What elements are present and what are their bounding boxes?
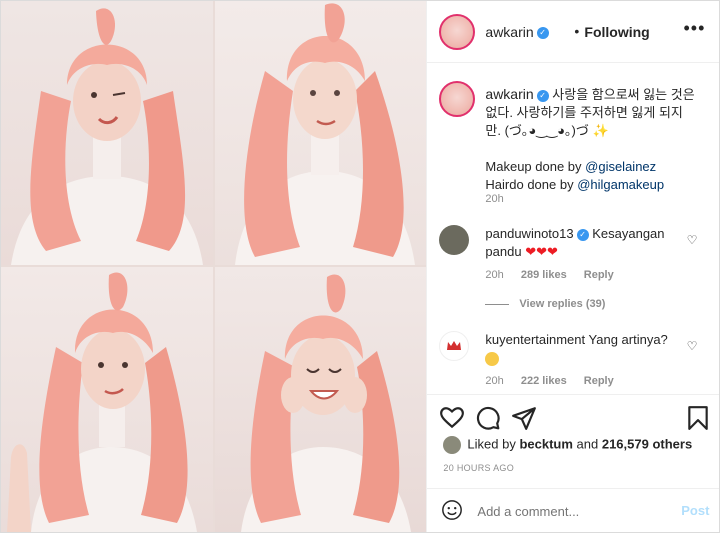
comment-avatar[interactable] xyxy=(439,331,470,361)
comment-meta: 20h 289 likes Reply xyxy=(485,269,627,281)
comment-likes[interactable]: 222 likes xyxy=(521,375,567,387)
likes-middle: and xyxy=(572,436,602,452)
hair-credit: Hairdo done by xyxy=(485,177,578,192)
comment-likes[interactable]: 289 likes xyxy=(521,269,567,281)
comment-meta: 20h 222 likes Reply xyxy=(485,375,627,387)
comment-text: kuyentertainment Yang artinya? xyxy=(485,331,681,367)
more-icon[interactable]: ••• xyxy=(684,18,706,39)
photo-tile-wink xyxy=(1,1,213,265)
author-username-text[interactable]: awkarin xyxy=(485,24,533,40)
bookmark-icon[interactable] xyxy=(685,405,711,431)
comment-time[interactable]: 20h xyxy=(485,269,503,281)
liker-avatar[interactable] xyxy=(443,436,462,454)
comment-text: panduwinoto13 ✓ Kesayangan pandu ❤❤❤ xyxy=(485,225,681,261)
photo-tile-pose xyxy=(215,1,427,265)
caption-timestamp[interactable]: 20h xyxy=(485,193,503,205)
post-actions: Liked by becktum and 216,579 others 20 H… xyxy=(427,394,720,495)
likes-prefix: Liked by xyxy=(467,436,520,452)
comment-avatar[interactable] xyxy=(439,225,470,255)
replies-rule xyxy=(485,303,510,305)
comment-username[interactable]: panduwinoto13 xyxy=(485,226,573,241)
following-button[interactable]: Following xyxy=(584,24,649,40)
caption-avatar[interactable] xyxy=(439,81,476,117)
reply-button[interactable]: Reply xyxy=(584,375,614,387)
post-header: awkarin ✓ • Following ••• xyxy=(427,1,720,63)
hair-artist-link[interactable]: @hilgamakeup xyxy=(577,177,664,192)
instagram-post: awkarin ✓ • Following ••• awkarin ✓ 사랑을 함으… xyxy=(0,0,720,533)
post-side-panel: awkarin ✓ • Following ••• awkarin ✓ 사랑을 함으… xyxy=(426,1,720,533)
likes-count[interactable]: 216,579 others xyxy=(602,436,692,451)
reply-button[interactable]: Reply xyxy=(584,269,614,281)
verified-icon: ✓ xyxy=(536,27,549,40)
verified-icon: ✓ xyxy=(576,228,589,241)
comment-like-icon[interactable]: ♡ xyxy=(687,233,698,247)
heart-icon[interactable] xyxy=(439,405,465,431)
photo-tile-smile xyxy=(215,267,427,532)
liker-username[interactable]: becktum xyxy=(519,436,572,451)
post-comment-button[interactable]: Post xyxy=(681,503,709,518)
caption-line-2: 없다. 사랑하기를 주저하면 잃게 되지 xyxy=(485,105,683,120)
makeup-artist-link[interactable]: @giselainez xyxy=(585,159,656,174)
comment-icon[interactable] xyxy=(475,405,501,431)
verified-icon: ✓ xyxy=(536,89,549,102)
view-replies-label[interactable]: View replies (39) xyxy=(519,298,605,310)
caption-line-3: 만. (づ｡◕‿‿◕｡)づ ✨ xyxy=(485,123,609,138)
likes-summary: Liked by becktum and 216,579 others xyxy=(443,436,692,454)
photo-tile-point xyxy=(1,267,213,532)
caption-username[interactable]: awkarin xyxy=(485,86,533,102)
makeup-credit: Makeup done by xyxy=(485,159,586,174)
comments-area[interactable]: awkarin ✓ 사랑을 함으로써 잃는 것은 없다. 사랑하기를 주저하면 잃… xyxy=(427,63,719,393)
share-icon[interactable] xyxy=(511,405,537,431)
comment-username[interactable]: kuyentertainment xyxy=(485,332,585,347)
add-comment-bar: Post xyxy=(427,488,720,533)
view-replies-button[interactable]: View replies (39) xyxy=(485,298,605,310)
post-timestamp[interactable]: 20 HOURS AGO xyxy=(443,463,514,473)
crown-logo-icon xyxy=(447,341,462,350)
comment-body: Yang artinya? xyxy=(588,332,668,347)
smile-icon[interactable] xyxy=(441,499,463,521)
header-separator: • xyxy=(574,23,580,39)
comment-like-icon[interactable]: ♡ xyxy=(687,339,698,353)
post-photo[interactable] xyxy=(1,1,427,532)
sweat-smile-icon xyxy=(485,351,500,366)
caption-line-1: 사랑을 함으로써 잃는 것은 xyxy=(552,87,695,102)
caption-text: awkarin ✓ 사랑을 함으로써 잃는 것은 없다. 사랑하기를 주저하면 잃… xyxy=(485,85,707,194)
author-username[interactable]: awkarin ✓ xyxy=(485,24,549,40)
comment-hearts: ❤❤❤ xyxy=(525,244,558,259)
comment-time[interactable]: 20h xyxy=(485,375,503,387)
comment-input[interactable] xyxy=(475,500,670,522)
author-avatar[interactable] xyxy=(439,14,476,50)
